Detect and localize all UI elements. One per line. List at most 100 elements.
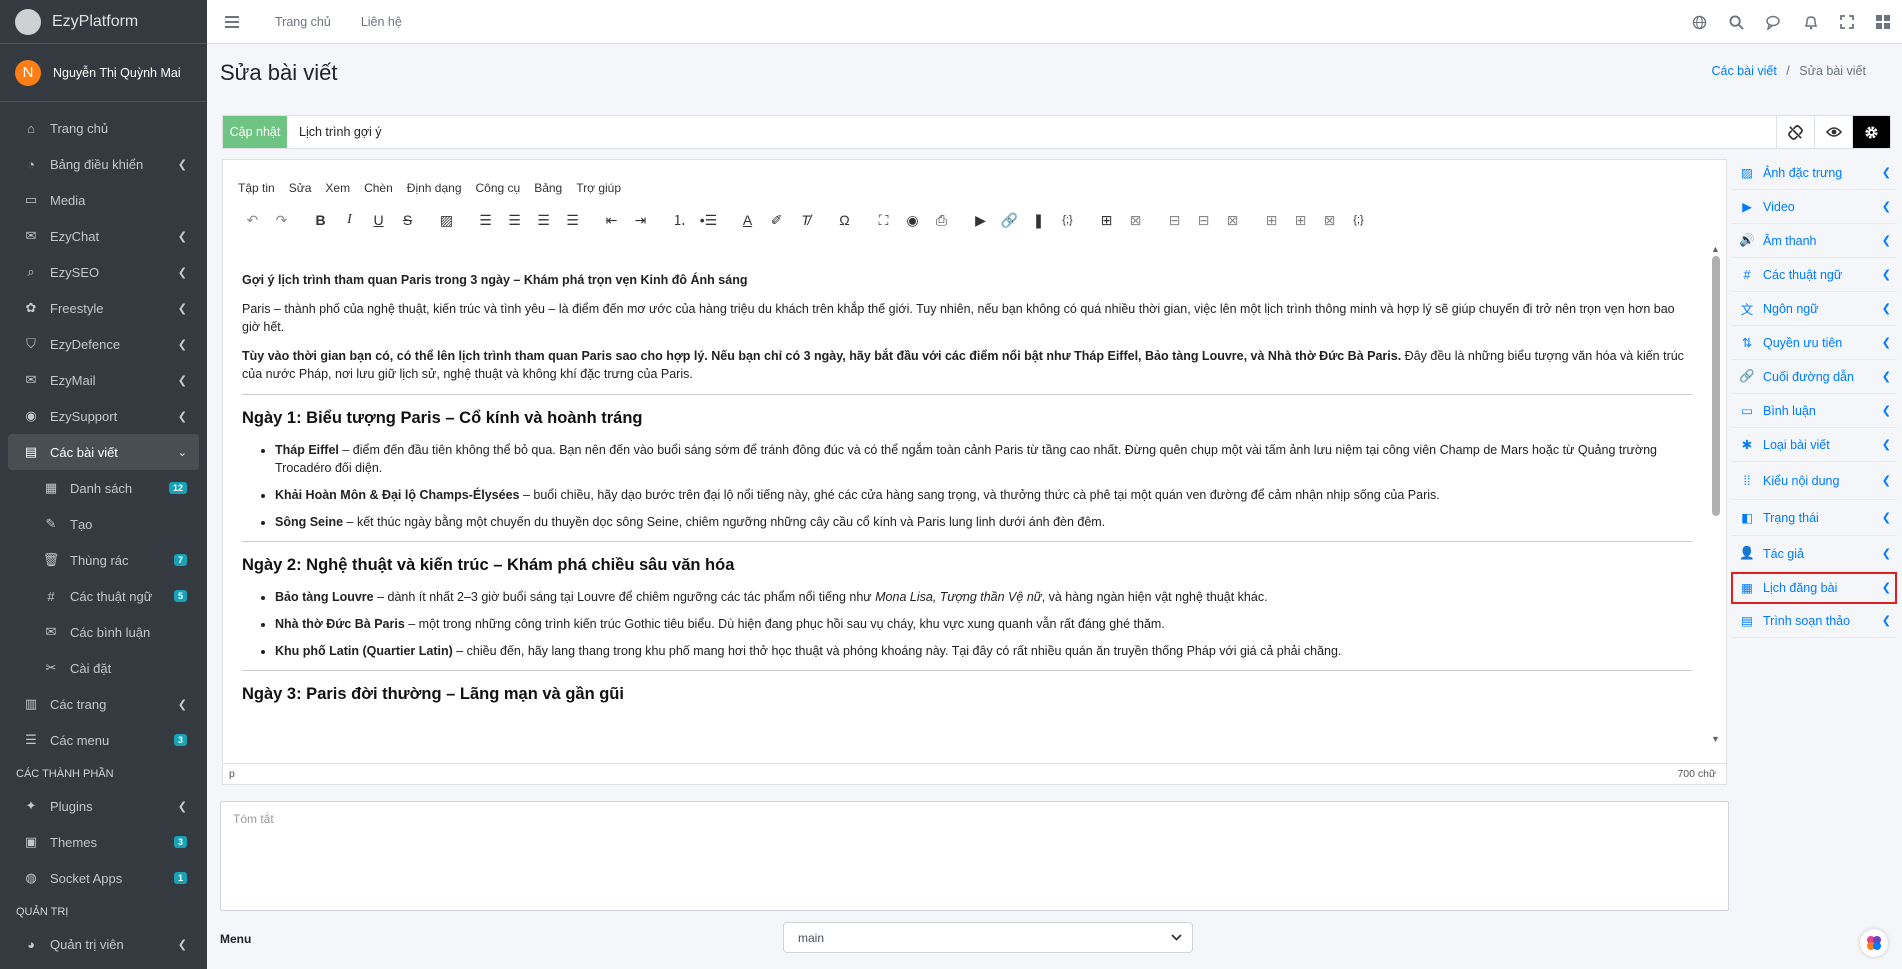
delete-table-icon[interactable]: ⊠ — [1121, 209, 1150, 231]
table-delete-row-icon[interactable]: ⊠ — [1218, 209, 1247, 231]
unlink-button[interactable] — [1776, 116, 1814, 148]
underline-icon[interactable]: U — [364, 209, 393, 231]
bold-icon[interactable]: B — [306, 209, 335, 231]
italic-icon[interactable]: I — [335, 209, 364, 231]
table-col-after-icon[interactable]: ⊞ — [1286, 209, 1315, 231]
sidebar-item-posts-create[interactable]: ✎ Tạo — [8, 506, 199, 542]
panel-item-video[interactable]: ▶ Video ❮ — [1731, 190, 1897, 224]
sidebar-item-posts-comments[interactable]: ✉ Các bình luận — [8, 614, 199, 650]
sidebar-item-ezymail[interactable]: ✉ EzyMail ❮ — [8, 362, 199, 398]
search-icon[interactable] — [1729, 14, 1744, 30]
sidebar-item-posts-terms[interactable]: # Các thuật ngữ 5 — [8, 578, 199, 614]
sidebar-item-ezysupport[interactable]: ◉ EzySupport ❮ — [8, 398, 199, 434]
bullet-list-icon[interactable]: •☰ — [694, 209, 723, 231]
source-code-icon[interactable]: {;} — [1344, 209, 1373, 231]
code-icon[interactable]: {;} — [1053, 209, 1082, 231]
sidebar-item-ezychat[interactable]: ✉ EzyChat ❮ — [8, 218, 199, 254]
scroll-down-icon[interactable]: ▼ — [1711, 734, 1720, 744]
panel-item-featured-image[interactable]: ▨ Ảnh đặc trưng ❮ — [1731, 156, 1897, 190]
table-delete-col-icon[interactable]: ⊠ — [1315, 209, 1344, 231]
sidebar-item-pages[interactable]: ▥ Các trang ❮ — [8, 686, 199, 722]
align-justify-icon[interactable]: ☰ — [558, 209, 587, 231]
floating-chat-button[interactable] — [1860, 929, 1888, 957]
bell-icon[interactable] — [1804, 15, 1818, 30]
sidebar-item-ezyseo[interactable]: ⌕ EzySEO ❮ — [8, 254, 199, 290]
fullscreen-icon[interactable] — [1840, 15, 1854, 29]
menu-tools[interactable]: Công cụ — [476, 181, 521, 195]
fullscreen-icon[interactable]: ⛶ — [869, 209, 898, 231]
panel-item-comments[interactable]: ▭ Bình luận ❮ — [1731, 394, 1897, 428]
panel-item-editor[interactable]: ▤ Trình soạn thảo ❮ — [1731, 604, 1897, 638]
editor-content[interactable]: Gợi ý lịch trình tham quan Paris trong 3… — [223, 244, 1707, 744]
brand[interactable]: EzyPlatform — [0, 0, 207, 44]
sidebar-item-freestyle[interactable]: ✿ Freestyle ❮ — [8, 290, 199, 326]
panel-item-language[interactable]: 文 Ngôn ngữ ❮ — [1731, 292, 1897, 326]
post-title-input[interactable]: Lịch trình gợi ý — [287, 116, 1776, 148]
sidebar-item-posts-trash[interactable]: 🗑 Thùng rác 7 — [8, 542, 199, 578]
media-embed-icon[interactable]: ▶ — [966, 209, 995, 231]
align-left-icon[interactable]: ☰ — [471, 209, 500, 231]
panel-item-author[interactable]: 👤 Tác giả ❮ — [1731, 536, 1897, 572]
preview-button[interactable] — [1814, 116, 1852, 148]
bookmark-icon[interactable]: ❚ — [1024, 209, 1053, 231]
menu-select[interactable]: main — [783, 922, 1193, 953]
scrollbar-thumb[interactable] — [1712, 256, 1720, 516]
menu-view[interactable]: Xem — [325, 181, 350, 195]
panel-item-slug[interactable]: 🔗 Cuối đường dẫn ❮ — [1731, 360, 1897, 394]
sidebar-item-plugins[interactable]: ✦ Plugins ❮ — [8, 788, 199, 824]
sidebar-item-menus[interactable]: ☰ Các menu 3 — [8, 722, 199, 758]
summary-textarea[interactable]: Tóm tắt — [220, 801, 1729, 911]
sidebar-item-dashboard[interactable]: ◔ Bảng điều khiển ❮ — [8, 146, 199, 182]
indent-icon[interactable]: ⇥ — [626, 209, 655, 231]
sidebar-item-themes[interactable]: ▣ Themes 3 — [8, 824, 199, 860]
sidebar-item-ezydefence[interactable]: ⛉ EzyDefence ❮ — [8, 326, 199, 362]
nav-link-home[interactable]: Trang chủ — [275, 15, 331, 29]
sidebar-item-posts[interactable]: ▤ Các bài viết ⌄ — [8, 434, 199, 470]
sidebar-item-home[interactable]: ⌂ Trang chủ — [8, 110, 199, 146]
update-button[interactable]: Cập nhật — [223, 116, 287, 148]
outdent-icon[interactable]: ⇤ — [597, 209, 626, 231]
globe-icon[interactable] — [1692, 15, 1707, 30]
undo-icon[interactable]: ↶ — [238, 209, 267, 231]
table-col-before-icon[interactable]: ⊞ — [1257, 209, 1286, 231]
menu-edit[interactable]: Sửa — [289, 181, 312, 195]
panel-item-publish-schedule[interactable]: ▦ Lịch đăng bài ❮ — [1731, 572, 1897, 604]
special-char-icon[interactable]: Ω — [830, 209, 859, 231]
menu-help[interactable]: Trợ giúp — [576, 181, 621, 195]
sidebar-item-posts-list[interactable]: ▦ Danh sách 12 — [8, 470, 199, 506]
table-row-after-icon[interactable]: ⊟ — [1189, 209, 1218, 231]
sidebar-item-posts-settings[interactable]: ✂ Cài đặt — [8, 650, 199, 686]
print-icon[interactable]: ⎙ — [927, 209, 956, 231]
strikethrough-icon[interactable]: S — [393, 209, 422, 231]
editor-scrollbar[interactable]: ▲ ▼ — [1709, 244, 1723, 744]
nav-link-contact[interactable]: Liên hệ — [361, 15, 402, 29]
table-icon[interactable]: ⊞ — [1092, 209, 1121, 231]
menu-table[interactable]: Bảng — [534, 181, 562, 195]
highlight-color-icon[interactable]: ✐ — [762, 209, 791, 231]
align-center-icon[interactable]: ☰ — [500, 209, 529, 231]
panel-item-terms[interactable]: # Các thuật ngữ ❮ — [1731, 258, 1897, 292]
menu-file[interactable]: Tập tin — [238, 181, 275, 195]
menu-insert[interactable]: Chèn — [364, 181, 393, 195]
settings-button[interactable] — [1852, 116, 1890, 148]
panel-item-audio[interactable]: 🔊 Âm thanh ❮ — [1731, 224, 1897, 258]
messages-icon[interactable] — [1766, 15, 1782, 30]
scroll-up-icon[interactable]: ▲ — [1711, 244, 1720, 254]
numbered-list-icon[interactable]: ⒈ — [665, 209, 694, 231]
sidebar-item-socket-apps[interactable]: ◍ Socket Apps 1 — [8, 860, 199, 896]
text-color-icon[interactable]: A — [733, 209, 762, 231]
menu-format[interactable]: Định dạng — [407, 181, 462, 195]
link-icon[interactable]: 🔗 — [995, 209, 1024, 231]
panel-item-status[interactable]: ◧ Trạng thái ❮ — [1731, 500, 1897, 536]
clear-format-icon[interactable]: T̸ — [791, 209, 820, 231]
align-right-icon[interactable]: ☰ — [529, 209, 558, 231]
image-icon[interactable]: ▨ — [432, 209, 461, 231]
element-path[interactable]: p — [229, 768, 235, 780]
redo-icon[interactable]: ↷ — [267, 209, 296, 231]
user-panel[interactable]: N Nguyễn Thị Quỳnh Mai — [0, 44, 207, 102]
sidebar-item-media[interactable]: ▭ Media — [8, 182, 199, 218]
hamburger-menu-icon[interactable] — [225, 15, 245, 28]
sidebar-item-admins[interactable]: ◕ Quản trị viên ❮ — [8, 926, 199, 962]
panel-item-content-type[interactable]: ⁞⁞ Kiểu nội dung ❮ — [1731, 462, 1897, 500]
panel-item-priority[interactable]: ⇅ Quyền ưu tiên ❮ — [1731, 326, 1897, 360]
